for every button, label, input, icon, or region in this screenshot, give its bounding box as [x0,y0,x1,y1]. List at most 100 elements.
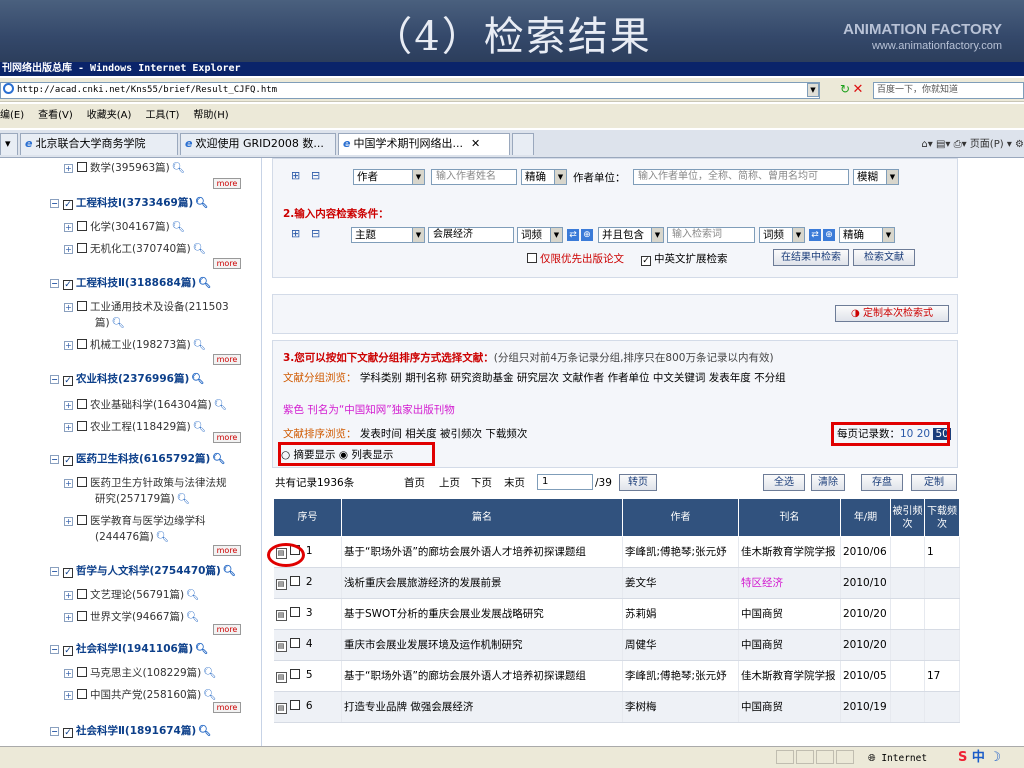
header-issue[interactable]: 年/期 [840,498,891,537]
pager-next[interactable]: 下页 [471,476,492,490]
cell-author[interactable]: 李树梅 [622,691,739,723]
menu-edit[interactable]: 编(E) [0,104,24,128]
page-input[interactable]: 1 [537,474,593,490]
collapse-icon[interactable]: − [50,279,59,288]
new-tab-button[interactable] [512,133,534,155]
cell-author[interactable]: 周健华 [622,629,739,661]
expand-icon[interactable]: + [64,613,73,622]
cell-title[interactable]: 基于“职场外语”的廊坊会展外语人才培养初探课题组 [341,660,623,692]
print-icon[interactable]: ⎙▾ [954,139,967,150]
cell-author[interactable]: 李峰凯;傅艳琴;张元妤 [622,536,739,568]
sidebar-item-med-edu[interactable]: + 医学教育与医学边缘学科 [64,514,206,528]
row-checkbox[interactable] [289,638,300,648]
checkbox[interactable] [77,243,87,253]
synonym-icon[interactable]: ⇄ [567,229,579,241]
collapse-icon[interactable]: − [50,455,59,464]
search-icon[interactable]: 🔍︎ [195,643,208,655]
keyword2-input[interactable]: 输入检索词 [667,227,755,243]
cell-journal[interactable]: 特区经济 [738,567,841,599]
document-icon[interactable]: ▤ [275,672,287,683]
content-field-select[interactable]: 主题 ▼ [351,227,425,243]
group-fund[interactable]: 研究资助基金 [451,372,514,384]
document-icon[interactable]: ▤ [275,703,287,714]
group-author[interactable]: 文献作者 [562,372,604,384]
sort-relevance[interactable]: 相关度 [405,428,437,440]
cell-author[interactable]: 李峰凯;傅艳琴;张元妤 [622,660,739,692]
sidebar-item-marxism[interactable]: + 马克思主义(108229篇) 🔍︎ [64,666,217,680]
checkbox[interactable] [77,301,87,311]
search-icon[interactable]: 🔍︎ [195,197,208,209]
sidebar-item-machinery[interactable]: + 机械工业(198273篇) 🔍︎ [64,338,206,352]
add-row-icon[interactable]: ⊞ [291,227,300,240]
expand-icon[interactable]: + [64,517,73,526]
search-icon[interactable]: 🔍︎ [212,453,225,465]
sidebar-item-medical[interactable]: − ✓ 医药卫生科技(6165792篇) 🔍︎ [50,452,226,466]
search-icon[interactable]: 🔍︎ [193,421,206,433]
search-icon[interactable]: 🔍︎ [112,317,125,329]
document-icon[interactable]: ▤ [275,641,287,652]
checkbox-checked[interactable]: ✓ [641,256,651,266]
search-icon[interactable]: 🔍︎ [186,589,199,601]
sidebar-item-social2[interactable]: − ✓ 社会科学Ⅱ(1891674篇) 🔍︎ [50,724,212,738]
menu-help[interactable]: 帮助(H) [193,104,228,128]
synonym-icon[interactable]: ⇄ [809,229,821,241]
sidebar-item-ccp[interactable]: + 中国共产党(258160篇) 🔍︎ [64,688,217,702]
group-none[interactable]: 不分组 [754,372,786,384]
stop-icon[interactable]: ✕ [849,82,867,99]
checkbox[interactable] [77,162,87,172]
search-icon[interactable]: 🔍︎ [223,565,236,577]
tab-3-active[interactable]: e 中国学术期刊网络出... ✕ [338,133,510,155]
row-checkbox[interactable] [289,576,300,586]
tab-list-button[interactable]: ▾ [0,133,18,155]
sidebar-item-lit-theory[interactable]: + 文艺理论(56791篇) 🔍︎ [64,588,199,602]
pager-last[interactable]: 末页 [504,476,525,490]
expand-icon[interactable]: + [64,164,73,173]
sort-downloads[interactable]: 下载频次 [485,428,527,440]
more-button[interactable]: more [213,702,241,713]
cell-journal[interactable]: 佳木斯教育学院学报 [738,536,841,568]
sidebar-item-math[interactable]: + 数学(395963篇) 🔍︎ [64,161,185,175]
tab-1[interactable]: e 北京联合大学商务学院 [20,133,178,155]
custom-export-button[interactable]: 定制 [911,474,957,491]
collapse-icon[interactable]: − [50,727,59,736]
more-button[interactable]: more [213,432,241,443]
checkbox[interactable] [77,399,87,409]
expand-icon[interactable]: ⊕ [823,229,835,241]
sidebar-item-agri-eng[interactable]: + 农业工程(118429篇) 🔍︎ [64,420,206,434]
expand-icon[interactable]: + [64,303,73,312]
header-cited[interactable]: 被引频次 [890,498,925,537]
pager-first[interactable]: 首页 [404,476,425,490]
header-title[interactable]: 篇名 [341,498,623,537]
checkbox-checked[interactable]: ✓ [63,376,73,386]
menu-view[interactable]: 查看(V) [38,104,73,128]
unit-match-select[interactable]: 模糊 ▼ [853,169,899,185]
cell-author[interactable]: 苏莉娟 [622,598,739,630]
sidebar-item-eng1[interactable]: − ✓ 工程科技Ⅰ(3733469篇) 🔍︎ [50,196,209,210]
more-button[interactable]: more [213,354,241,365]
save-button[interactable]: 存盘 [861,474,903,491]
checkbox-checked[interactable]: ✓ [63,728,73,738]
expand-icon[interactable]: + [64,591,73,600]
remove-row-icon[interactable]: ⊟ [311,227,320,240]
logic-select[interactable]: 并且包含 ▼ [598,227,664,243]
expand-icon[interactable]: + [64,245,73,254]
header-downloads[interactable]: 下载频次 [924,498,960,537]
sidebar-item-general-tech[interactable]: + 工业通用技术及设备(211503 [64,300,229,314]
more-button[interactable]: more [213,258,241,269]
checkbox-checked[interactable]: ✓ [63,568,73,578]
home-icon[interactable]: ⌂▾ [921,139,932,150]
checkbox-checked[interactable]: ✓ [63,456,73,466]
custom-query-button[interactable]: ◑ 定制本次检索式 [835,305,949,322]
checkbox[interactable] [77,421,87,431]
group-unit[interactable]: 作者单位 [608,372,650,384]
author-name-input[interactable]: 输入作者姓名 [431,169,517,185]
more-button[interactable]: more [213,545,241,556]
expand-icon[interactable]: + [64,423,73,432]
expand-search-option[interactable]: ✓ 中英文扩展检索 [641,252,728,266]
expand-icon[interactable]: + [64,341,73,350]
author-unit-input[interactable]: 输入作者单位，全称、简称、曾用名均可 [633,169,849,185]
security-zone[interactable]: 🌐︎ Internet [868,749,927,768]
cell-title[interactable]: 基于SWOT分析的重庆会展业发展战略研究 [341,598,623,630]
online-first-option[interactable]: 仅限优先出版论文 [527,252,624,266]
group-subject[interactable]: 学科类别 [360,372,402,384]
